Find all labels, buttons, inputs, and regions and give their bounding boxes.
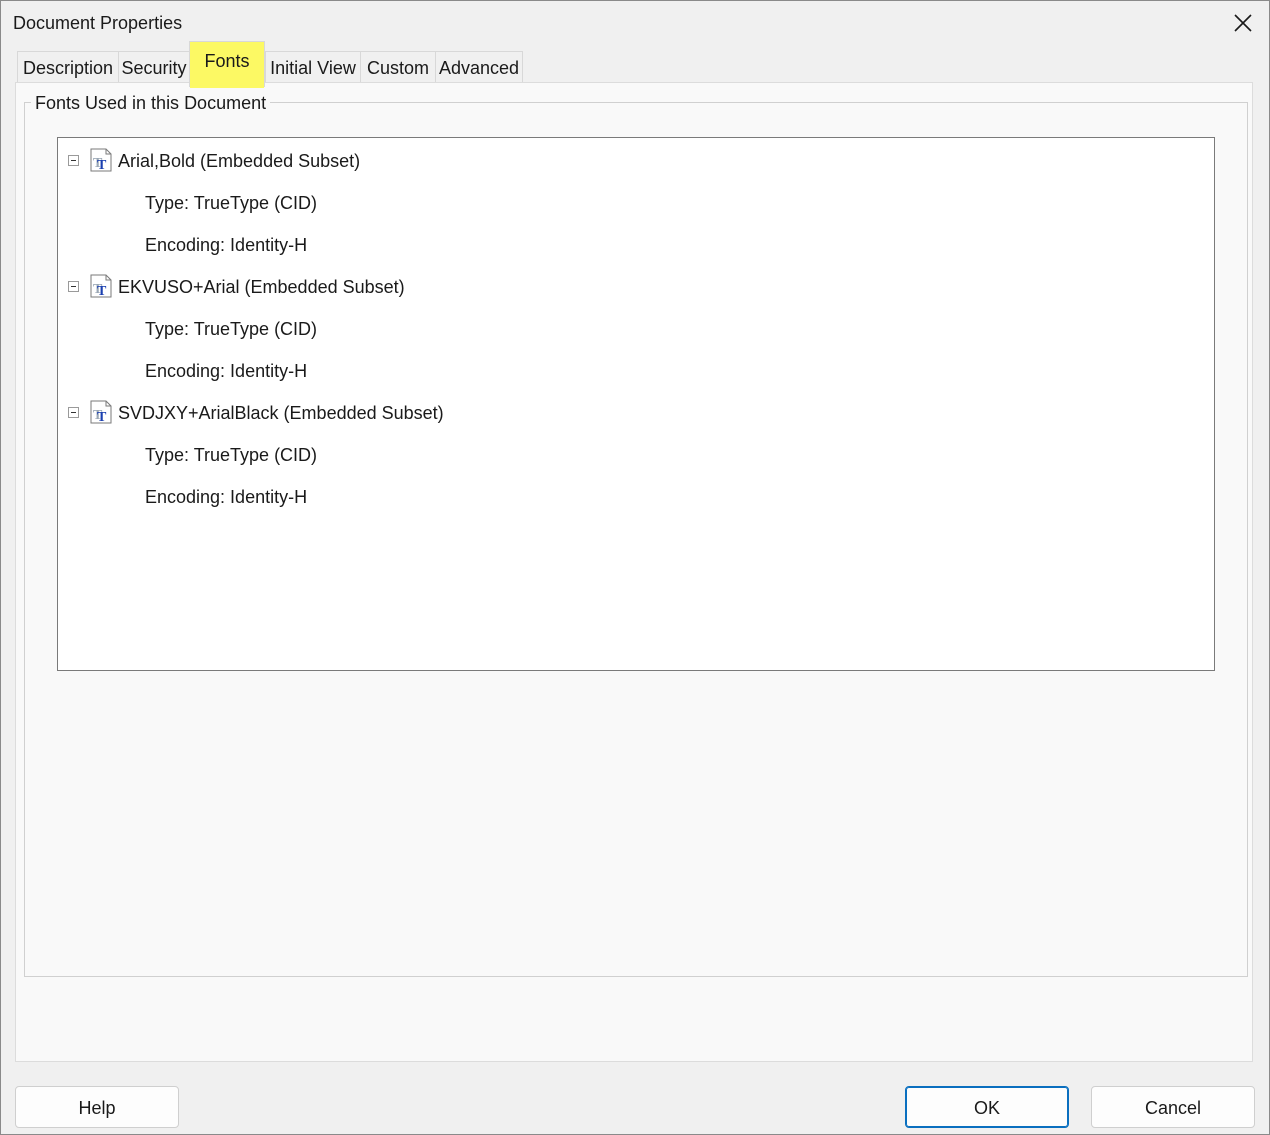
- ok-button[interactable]: OK: [905, 1086, 1069, 1128]
- tab-security[interactable]: Security: [118, 51, 190, 83]
- font-encoding: Encoding: Identity-H: [145, 361, 308, 381]
- font-name: SVDJXY+ArialBlack (Embedded Subset): [118, 403, 444, 423]
- collapse-icon[interactable]: [68, 281, 79, 292]
- font-type: Type: TrueType (CID): [145, 193, 318, 213]
- truetype-font-icon: T T: [90, 400, 112, 424]
- tab-label: Description: [22, 58, 114, 78]
- font-type: Type: TrueType (CID): [145, 319, 318, 339]
- font-name: Arial,Bold (Embedded Subset): [118, 151, 361, 171]
- tab-label: Initial View: [270, 58, 356, 78]
- svg-text:T: T: [97, 284, 107, 298]
- svg-text:T: T: [97, 158, 107, 172]
- font-type: Type: TrueType (CID): [145, 445, 318, 465]
- close-button[interactable]: [1225, 5, 1261, 41]
- fonts-groupbox: Fonts Used in this Document T T Arial,Bo…: [24, 92, 1248, 977]
- document-properties-dialog: Document Properties Description Security…: [0, 0, 1270, 1135]
- tab-label: Fonts: [204, 51, 250, 71]
- fonts-tree[interactable]: T T Arial,Bold (Embedded Subset) Type: T…: [57, 137, 1215, 671]
- fonts-tab-panel: Fonts Used in this Document T T Arial,Bo…: [15, 82, 1253, 1062]
- tab-label: Custom: [366, 58, 429, 78]
- font-encoding: Encoding: Identity-H: [145, 487, 308, 507]
- tab-custom[interactable]: Custom: [360, 51, 436, 83]
- tab-label: Advanced: [438, 58, 520, 78]
- tab-fonts[interactable]: Fonts: [189, 41, 265, 88]
- cancel-button[interactable]: Cancel: [1091, 1086, 1255, 1128]
- tab-description[interactable]: Description: [17, 51, 119, 83]
- groupbox-legend: Fonts Used in this Document: [31, 92, 271, 114]
- dialog-title: Document Properties: [13, 13, 183, 33]
- title-bar: Document Properties: [1, 1, 1269, 45]
- font-name: EKVUSO+Arial (Embedded Subset): [118, 277, 405, 297]
- svg-text:T: T: [97, 410, 107, 424]
- tab-advanced[interactable]: Advanced: [435, 51, 523, 83]
- collapse-icon[interactable]: [68, 407, 79, 418]
- truetype-font-icon: T T: [90, 148, 112, 172]
- tab-initial-view[interactable]: Initial View: [265, 51, 361, 83]
- truetype-font-icon: T T: [90, 274, 112, 298]
- collapse-icon[interactable]: [68, 155, 79, 166]
- help-button[interactable]: Help: [15, 1086, 179, 1128]
- font-encoding: Encoding: Identity-H: [145, 235, 308, 255]
- close-icon: [1234, 14, 1252, 32]
- tab-label: Security: [121, 58, 187, 78]
